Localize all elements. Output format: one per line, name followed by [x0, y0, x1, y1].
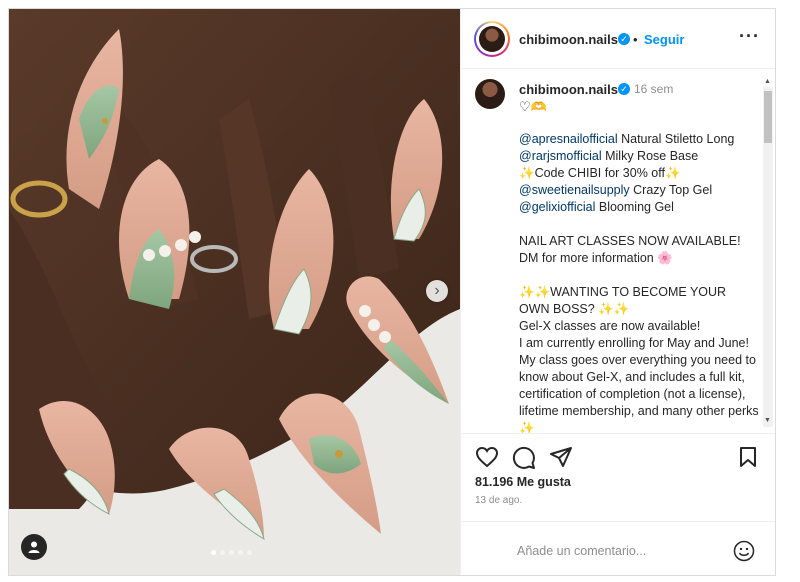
caption-line-text: Crazy Top Gel — [629, 183, 713, 197]
post-header: chibimoon.nails ✓ • Seguir ··· — [461, 9, 775, 69]
mention-link[interactable]: @gelixiofficial — [519, 200, 595, 214]
caption-line-text: ✨Code CHIBI for 30% off✨ — [519, 166, 681, 180]
post-time[interactable]: 16 sem — [634, 82, 673, 96]
carousel-dot — [211, 550, 216, 555]
caption-line-text: Natural Stiletto Long — [617, 132, 735, 146]
caption-line: @rarjsmofficial Milky Rose Base — [519, 148, 759, 165]
caption-hearts: ♡🫶 — [519, 99, 547, 114]
post-photo[interactable]: › — [9, 9, 460, 575]
avatar — [479, 26, 505, 52]
caption-line: I am currently enrolling for May and Jun… — [519, 335, 763, 434]
mention-link[interactable]: @sweetienailsupply — [519, 183, 630, 197]
heart-icon[interactable] — [475, 446, 499, 468]
next-image-button[interactable]: › — [426, 280, 448, 302]
scroll-up-icon[interactable]: ▲ — [764, 78, 771, 85]
header-username[interactable]: chibimoon.nails — [519, 32, 618, 47]
tag-user-icon — [28, 541, 40, 553]
more-icon[interactable]: ··· — [739, 26, 760, 47]
caption-line: @apresnailofficial Natural Stiletto Long — [519, 131, 759, 148]
comment-bar: Añade un comentario... — [461, 521, 775, 575]
caption-area: chibimoon.nails ✓ 16 sem ♡🫶 @apresnailof… — [461, 69, 775, 434]
caption-line-text: Gel-X classes are now available! — [519, 319, 701, 333]
caption-line — [519, 216, 759, 233]
action-bar — [461, 434, 775, 470]
caption-line-text: Milky Rose Base — [601, 149, 699, 163]
caption-line-text: ✨✨WANTING TO BECOME YOUR OWN BOSS? ✨✨ — [519, 285, 730, 316]
carousel-indicator — [211, 550, 252, 555]
follow-button[interactable]: Seguir — [644, 32, 684, 47]
verified-icon: ✓ — [618, 83, 630, 95]
carousel-dot — [229, 550, 234, 555]
post-side-panel: chibimoon.nails ✓ • Seguir ··· chibimoon… — [460, 9, 775, 575]
caption-line: @gelixiofficial Blooming Gel — [519, 199, 759, 216]
caption-line: NAIL ART CLASSES NOW AVAILABLE! DM for m… — [519, 233, 759, 267]
verified-icon: ✓ — [618, 33, 630, 45]
comment-input[interactable]: Añade un comentario... — [517, 544, 646, 558]
caption-line-text: NAIL ART CLASSES NOW AVAILABLE! DM for m… — [519, 234, 745, 265]
caption-scrollbar[interactable]: ▲ ▼ — [763, 78, 773, 427]
story-ring[interactable] — [474, 21, 510, 57]
caption-line-text: Blooming Gel — [595, 200, 674, 214]
caption-line-text: I am currently enrolling for May and Jun… — [519, 336, 763, 434]
emoji-icon[interactable] — [733, 540, 755, 562]
mention-link[interactable]: @rarjsmofficial — [519, 149, 602, 163]
instagram-post: › chibimoon.nails ✓ • Seguir ··· chibimo… — [8, 8, 776, 576]
carousel-dot — [220, 550, 225, 555]
caption-avatar[interactable] — [475, 79, 505, 109]
caption-line: Gel-X classes are now available! — [519, 318, 759, 335]
caption-line — [519, 267, 759, 284]
save-icon[interactable] — [738, 446, 758, 468]
scroll-down-icon[interactable]: ▼ — [764, 417, 771, 424]
caption-line: ✨✨WANTING TO BECOME YOUR OWN BOSS? ✨✨ — [519, 284, 759, 318]
carousel-dot — [247, 550, 252, 555]
share-icon[interactable] — [549, 446, 573, 468]
nails-photo-image — [9, 9, 460, 575]
post-date[interactable]: 13 de ago. — [475, 495, 522, 506]
caption-text: @apresnailofficial Natural Stiletto Long… — [519, 131, 763, 434]
scroll-thumb[interactable] — [764, 91, 772, 143]
caption-username[interactable]: chibimoon.nails — [519, 82, 618, 97]
mention-link[interactable]: @apresnailofficial — [519, 132, 618, 146]
chevron-right-icon: › — [434, 282, 440, 299]
likes-count[interactable]: 81.196 Me gusta — [475, 475, 571, 489]
caption-line: @sweetienailsupply Crazy Top Gel — [519, 182, 759, 199]
comment-icon[interactable] — [512, 446, 536, 470]
carousel-dot — [238, 550, 243, 555]
tagged-users-button[interactable] — [21, 534, 47, 560]
separator: • — [633, 32, 638, 47]
caption-line: ✨Code CHIBI for 30% off✨ — [519, 165, 759, 182]
